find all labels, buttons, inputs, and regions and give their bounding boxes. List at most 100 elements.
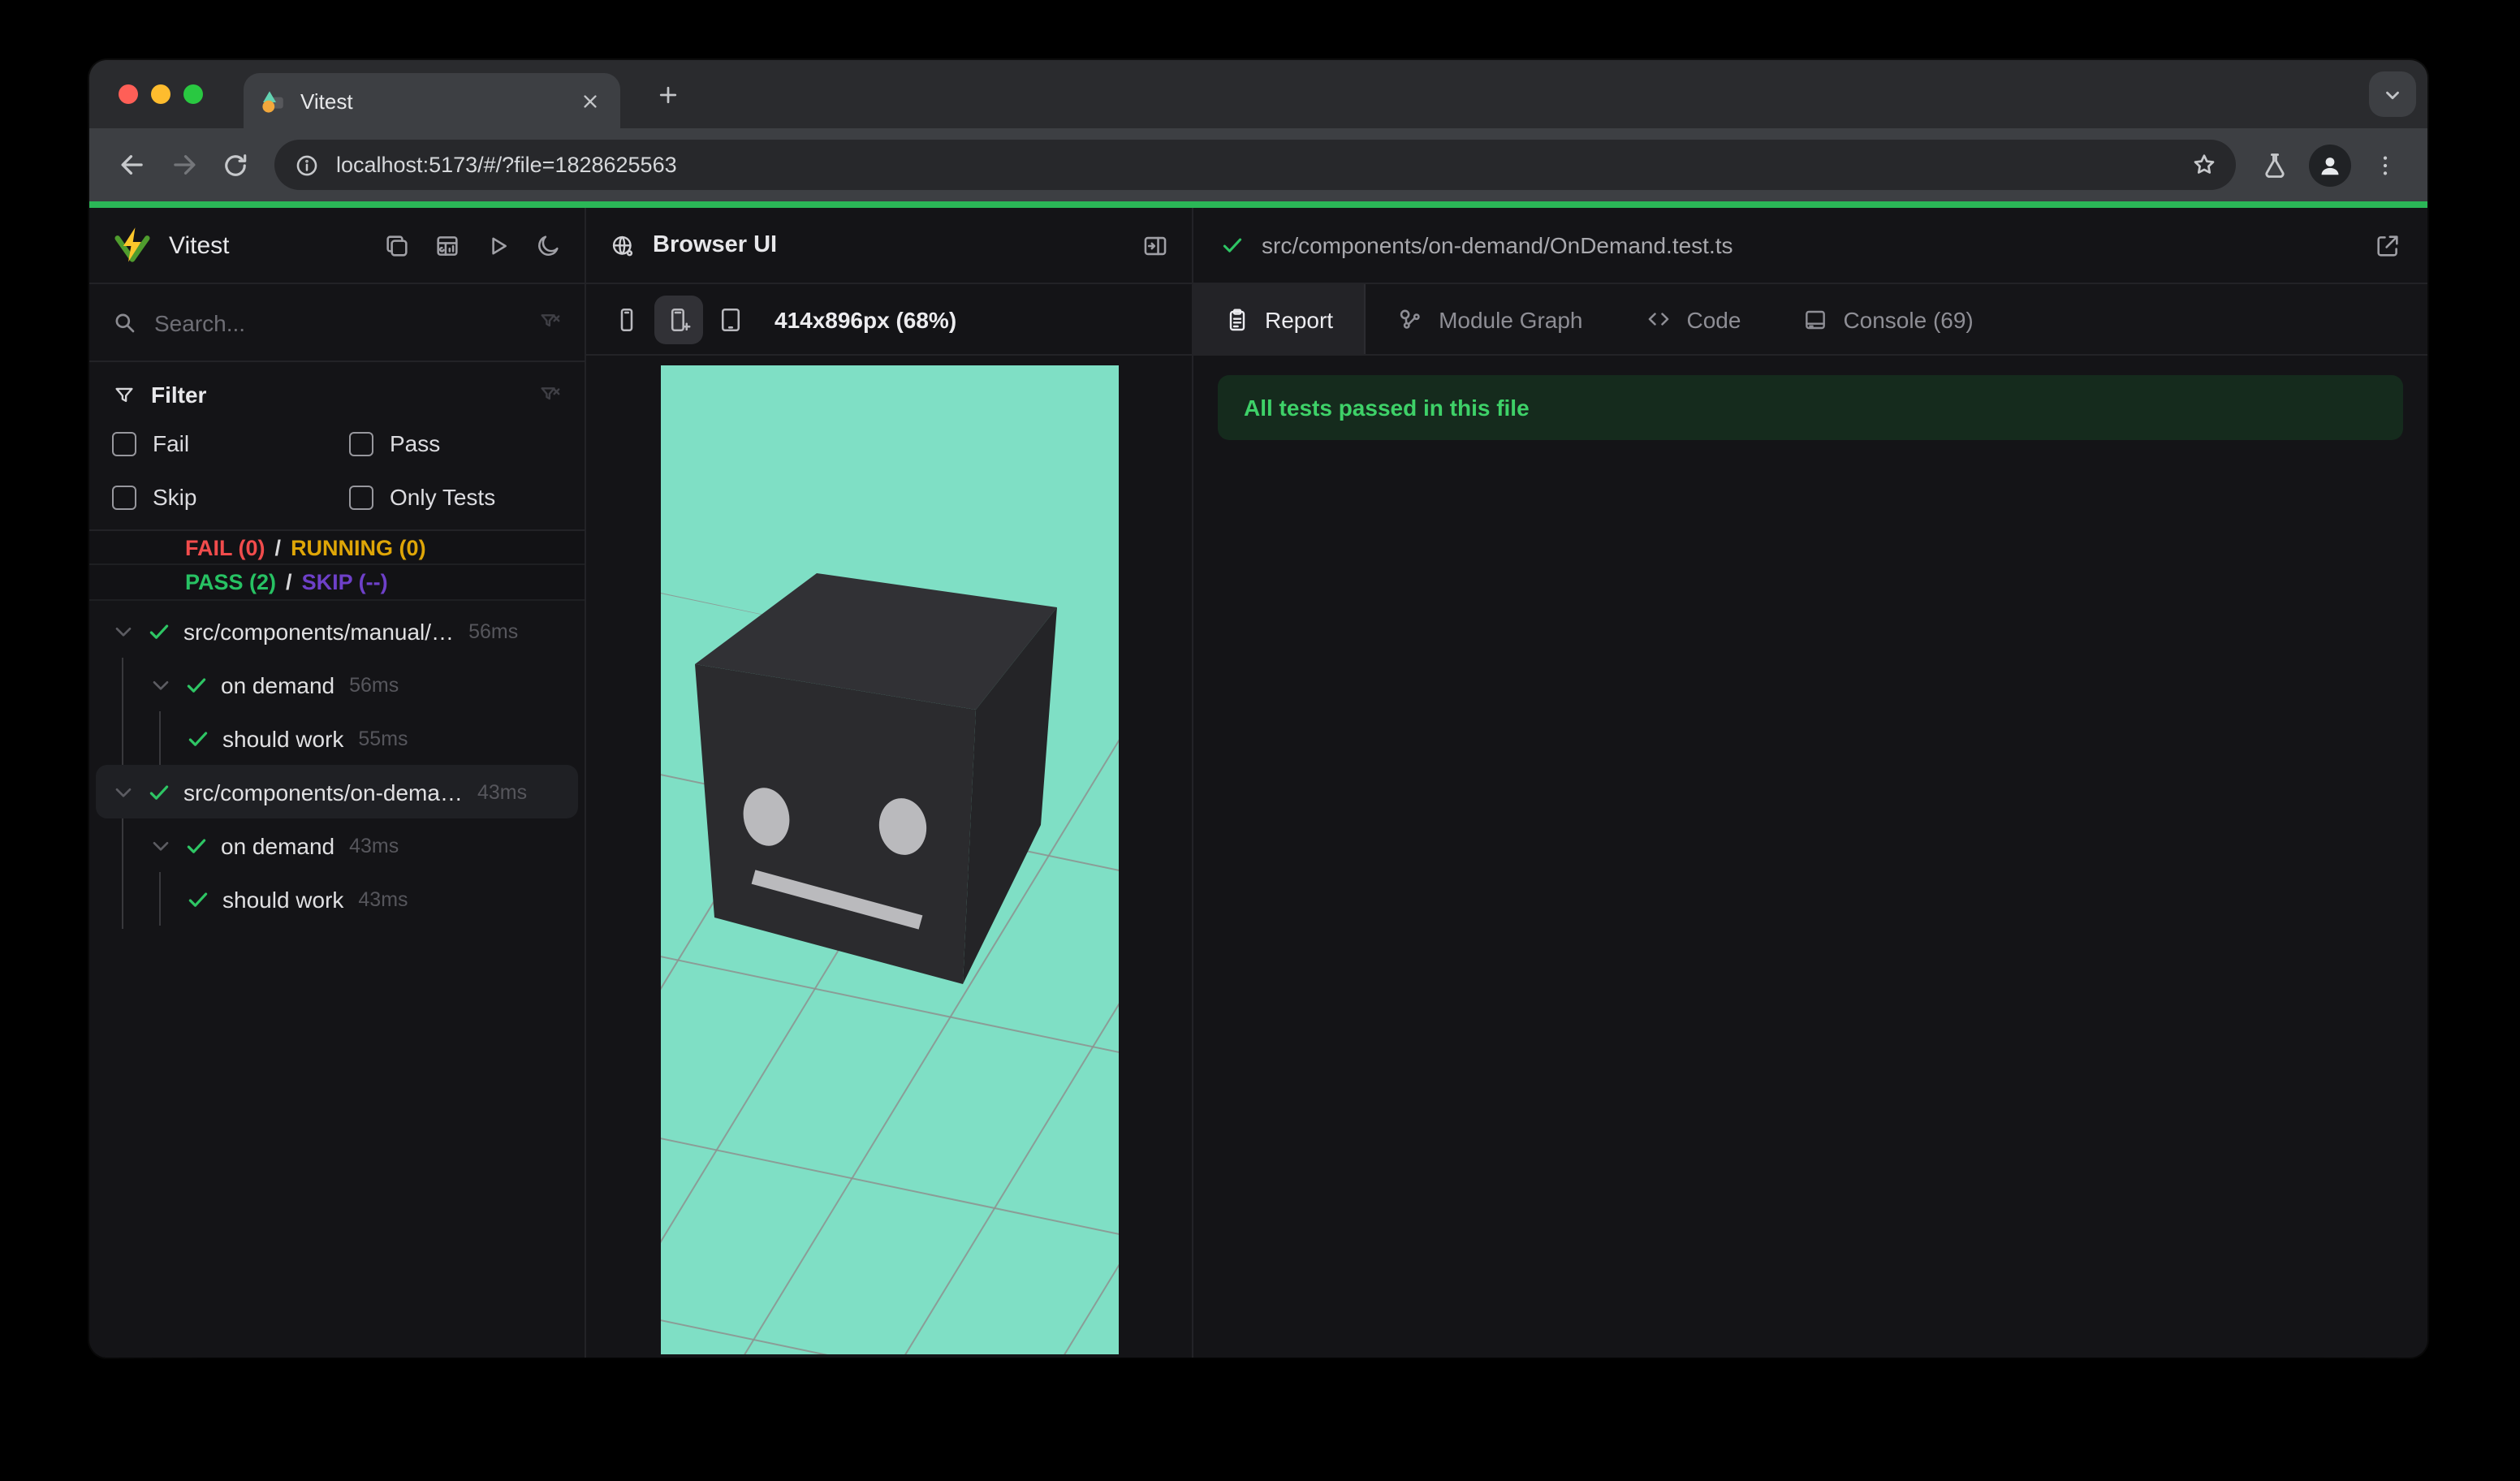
summary-line-2: PASS (2) / SKIP (--) [185,570,388,594]
summary-line-1: FAIL (0) / RUNNING (0) [89,531,585,565]
test-suite-row[interactable]: on demand 43ms [96,818,578,872]
reload-icon[interactable] [209,139,261,191]
device-phone-large-icon[interactable] [654,295,703,343]
device-toolbar: 414x896px (68%) [586,284,1192,356]
chevron-down-icon[interactable] [148,832,174,858]
indent-guide [159,872,161,926]
checkbox[interactable] [112,485,136,509]
device-phone-small-icon[interactable] [602,295,651,343]
pass-check-icon [183,832,209,858]
screenshot-stage: Vitest localhost:5173/#/?file=1828625563… [0,0,2520,1481]
tab-title: Vitest [300,89,353,113]
search-icon [112,309,138,335]
browser-tab-strip: Vitest [89,60,2427,128]
open-external-icon[interactable] [2374,231,2401,259]
clear-filters-icon[interactable] [537,382,562,407]
collapse-panels-icon[interactable] [383,231,411,259]
test-case-row[interactable]: should work 55ms [96,711,578,765]
chevron-down-icon[interactable] [110,779,136,805]
checkbox[interactable] [349,431,373,456]
pass-check-icon [185,886,211,912]
pass-check-icon [146,779,172,805]
test-case-row[interactable]: should work 43ms [96,872,578,926]
chevron-down-icon[interactable] [110,618,136,644]
indent-guide [159,711,161,765]
device-tablet-icon[interactable] [706,295,755,343]
dark-mode-moon-icon[interactable] [534,231,562,259]
test-run-summary: FAIL (0) / RUNNING (0) PASS (2) / SKIP (--) [89,531,585,601]
test-tree: src/components/manual/… 56ms on demand 5… [89,601,585,1358]
filter-option-pass[interactable]: Pass [349,424,562,463]
indent-guide [122,658,123,765]
minimize-window-button[interactable] [151,84,170,104]
chevron-down-icon[interactable] [148,671,174,697]
test-file-row-selected[interactable]: src/components/on-dema… 43ms [96,765,578,818]
menu-kebab-icon[interactable] [2359,139,2411,191]
forward-icon[interactable] [158,139,209,191]
filter-title: Filter [151,382,207,408]
zoom-window-button[interactable] [183,84,203,104]
tab-report[interactable]: Report [1193,284,1366,354]
pass-check-icon [183,671,209,697]
panel-title: Browser UI [653,232,778,258]
sidebar-header: Vitest [89,208,585,284]
globe-icon [609,231,636,259]
search-row [89,284,585,362]
checkbox[interactable] [349,485,373,509]
preview-body [586,356,1192,1358]
filter-option-only-tests[interactable]: Only Tests [349,477,562,516]
file-header: src/components/on-demand/OnDemand.test.t… [1193,208,2427,284]
tab-console[interactable]: Console (69) [1771,284,2004,354]
running-count: RUNNING (0) [291,536,426,560]
site-info-icon[interactable] [294,152,320,178]
search-input[interactable] [154,309,537,335]
close-window-button[interactable] [119,84,138,104]
address-bar[interactable]: localhost:5173/#/?file=1828625563 [274,140,2236,190]
browser-ui-header: Browser UI [586,208,1192,284]
profile-avatar[interactable] [2309,144,2351,186]
browser-ui-panel: Browser UI 414x896px (68%) [586,208,1193,1358]
test-suite-row[interactable]: on demand 56ms [96,658,578,711]
tab-search-button[interactable] [2369,71,2416,117]
pass-check-icon [146,618,172,644]
run-all-icon[interactable] [484,231,511,259]
dashboard-icon[interactable] [434,231,461,259]
viewport-dimensions-label: 414x896px (68%) [775,306,957,332]
clear-search-filter-icon[interactable] [537,310,562,335]
filter-option-fail[interactable]: Fail [112,424,349,463]
file-pass-check-icon [1219,232,1245,258]
back-icon[interactable] [106,139,158,191]
fail-count: FAIL (0) [185,536,265,560]
browser-toolbar: localhost:5173/#/?file=1828625563 [89,128,2427,201]
duration: 43ms [358,887,408,910]
report-tabs: Report Module Graph Code Console (69) [1193,284,2427,356]
dock-panel-right-icon[interactable] [1141,231,1169,259]
window-controls [119,84,203,104]
app-title: Vitest [169,231,230,259]
report-panel: src/components/on-demand/OnDemand.test.t… [1193,208,2427,1358]
filter-option-skip[interactable]: Skip [112,477,349,516]
duration: 55ms [358,727,408,749]
new-tab-button[interactable] [645,71,690,117]
tab-close-icon[interactable] [575,86,604,115]
tab-code[interactable]: Code [1614,284,1772,354]
test-run-progress-bar [89,201,2427,208]
module-graph-icon [1400,309,1420,329]
all-tests-passed-banner: All tests passed in this file [1218,375,2403,440]
file-path: src/components/on-demand/OnDemand.test.t… [1262,232,1733,258]
tested-app-viewport[interactable] [660,365,1118,1354]
duration: 56ms [468,620,519,642]
console-icon [1806,309,1826,329]
vitest-favicon [260,88,286,114]
experiments-flask-icon[interactable] [2249,139,2301,191]
test-file-row[interactable]: src/components/manual/… 56ms [96,604,578,658]
bookmark-star-icon[interactable] [2181,142,2226,188]
indent-guide [122,818,123,929]
clipboard-icon [1229,308,1245,330]
browser-window: Vitest localhost:5173/#/?file=1828625563… [89,60,2427,1358]
url-text[interactable]: localhost:5173/#/?file=1828625563 [336,153,2181,177]
pass-count: PASS (2) [185,570,277,594]
tab-module-graph[interactable]: Module Graph [1366,284,1613,354]
browser-tab-vitest[interactable]: Vitest [244,73,620,128]
checkbox[interactable] [112,431,136,456]
